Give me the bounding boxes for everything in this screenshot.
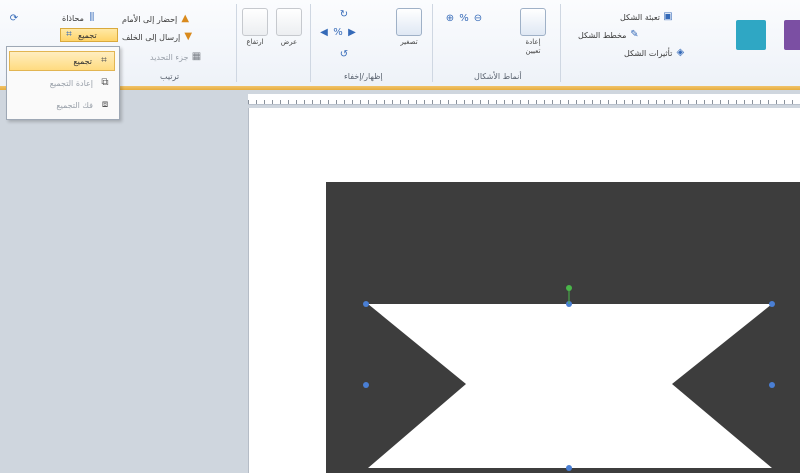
dropdown-item-group[interactable]: تجميع ⌗ (9, 51, 115, 71)
ungroup-icon: ⧈ (101, 99, 109, 110)
regroup-icon: ⧉ (101, 77, 109, 88)
dropdown-item-regroup[interactable]: إعادة التجميع ⧉ (9, 73, 115, 93)
selection-handle[interactable] (363, 382, 369, 388)
group-icon: ⌗ (101, 55, 107, 66)
selection-handle[interactable] (363, 301, 369, 307)
selection-handle[interactable] (769, 301, 775, 307)
shape-layer (326, 182, 800, 473)
group-dropdown-menu: تجميع ⌗ إعادة التجميع ⧉ فك التجميع ⧈ (6, 46, 120, 120)
selection-handle[interactable] (769, 382, 775, 388)
selection-handle[interactable] (566, 465, 572, 471)
dropdown-item-ungroup[interactable]: فك التجميع ⧈ (9, 95, 115, 115)
rotation-handle[interactable] (566, 285, 572, 291)
